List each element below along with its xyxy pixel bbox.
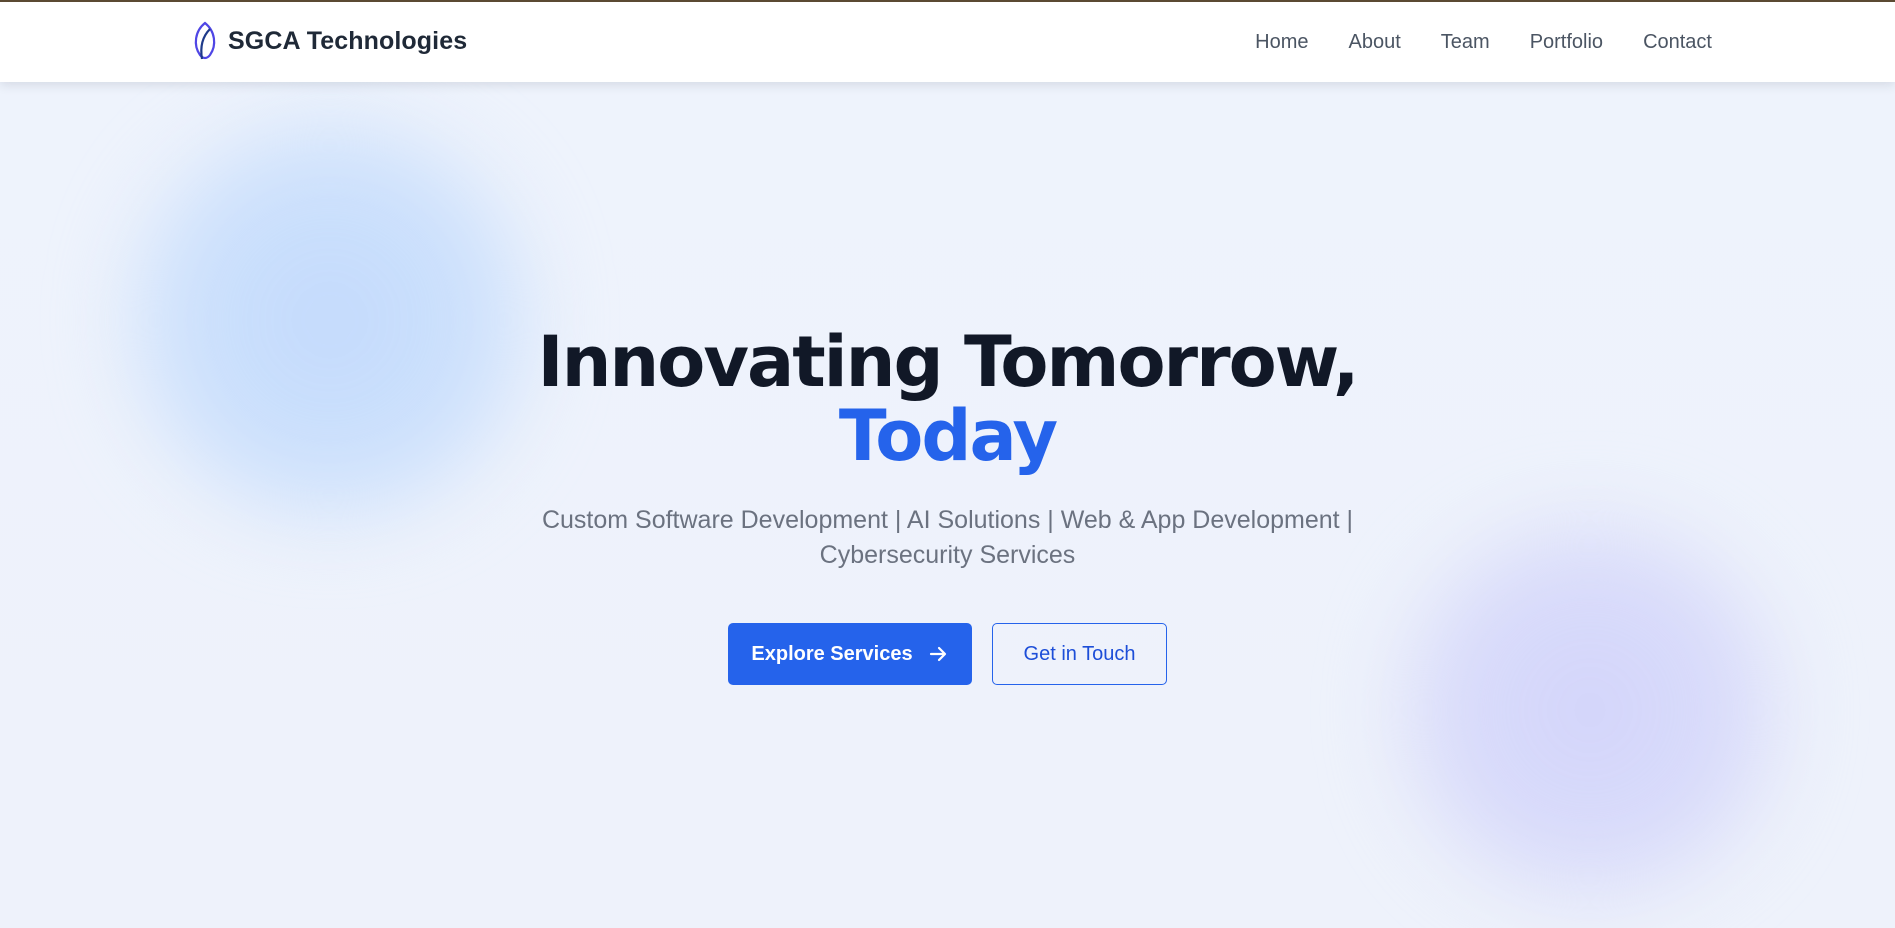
arrow-right-icon (927, 643, 949, 665)
nav-link-home[interactable]: Home (1255, 31, 1308, 54)
explore-services-button[interactable]: Explore Services (728, 623, 972, 685)
main-nav: Home About Team Portfolio Contact (1255, 22, 1712, 62)
hero-section: Innovating Tomorrow, Today Custom Softwa… (0, 325, 1895, 685)
hero-subtitle: Custom Software Development | AI Solutio… (541, 506, 1354, 569)
hero-actions: Explore Services Get in Touch (0, 623, 1895, 685)
hero-title: Innovating Tomorrow, Today (0, 325, 1895, 473)
brand-logo-link[interactable]: SGCA Technologies (190, 21, 467, 61)
page: SGCA Technologies Home About Team Portfo… (0, 0, 1895, 928)
hero-title-accent: Today (838, 395, 1058, 477)
nav-link-about[interactable]: About (1349, 31, 1401, 54)
nav-link-team[interactable]: Team (1441, 31, 1490, 54)
get-in-touch-label: Get in Touch (1023, 642, 1136, 665)
hero-title-line: Innovating Tomorrow, (537, 321, 1360, 403)
nav-link-portfolio[interactable]: Portfolio (1530, 31, 1603, 54)
navbar: SGCA Technologies Home About Team Portfo… (0, 2, 1895, 82)
brand-name: SGCA Technologies (228, 26, 468, 55)
top-border (0, 0, 1895, 2)
explore-services-label: Explore Services (751, 642, 913, 665)
leaf-outline-icon (190, 21, 220, 61)
nav-link-contact[interactable]: Contact (1643, 31, 1712, 54)
get-in-touch-button[interactable]: Get in Touch (992, 623, 1167, 685)
